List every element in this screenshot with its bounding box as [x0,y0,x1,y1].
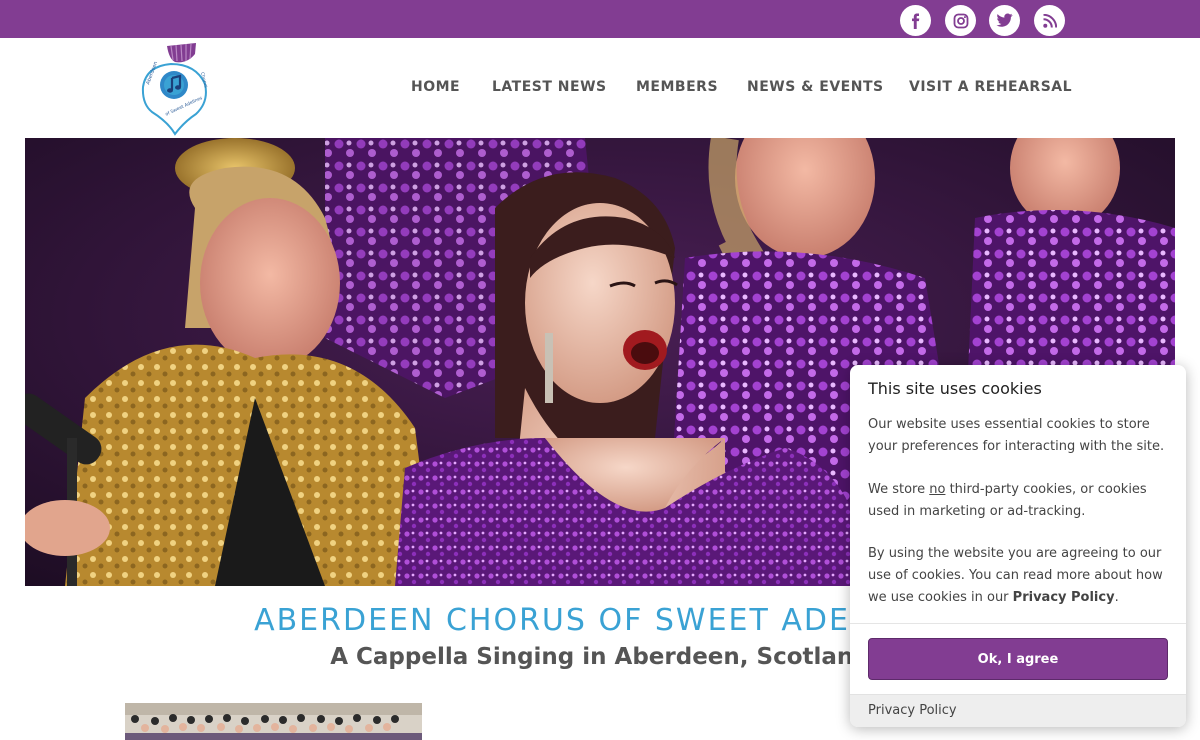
svg-text:Aberdeen: Aberdeen [145,61,159,86]
twitter-icon[interactable] [989,5,1020,36]
nav-home[interactable]: HOME [411,79,460,95]
footer-privacy-policy-link[interactable]: Privacy Policy [868,703,957,718]
cookie-consent-dialog: This site uses cookies Our website uses … [850,365,1186,727]
instagram-icon[interactable] [945,5,976,36]
site-logo[interactable]: Aberdeen Chorus of Sweet Adelines [138,42,212,136]
cookie-divider [850,623,1186,624]
cookie-paragraph-agreement: By using the website you are agreeing to… [868,546,1163,605]
cookie-paragraph-third-party: We store no third-party cookies, or cook… [868,482,1147,519]
group-photo-thumbnail[interactable] [125,703,422,740]
thistle-music-note-logo: Aberdeen Chorus of Sweet Adelines [141,43,209,136]
cookie-paragraph-essential: Our website uses essential cookies to st… [868,417,1165,454]
cookie-dialog-title: This site uses cookies [868,379,1042,398]
nav-visit-rehearsal[interactable]: VISIT A REHEARSAL [909,79,1072,95]
top-bar [0,0,1200,38]
cookie-dialog-footer: Privacy Policy [850,694,1186,727]
nav-latest-news[interactable]: LATEST NEWS [492,79,607,95]
facebook-icon[interactable] [900,5,931,36]
agree-button[interactable]: Ok, I agree [868,638,1168,680]
privacy-policy-link[interactable]: Privacy Policy [1013,590,1115,605]
nav-members[interactable]: MEMBERS [636,79,718,95]
chorus-group-photo [125,703,422,740]
svg-text:Chorus: Chorus [199,72,209,89]
rss-icon[interactable] [1034,5,1065,36]
nav-news-events[interactable]: NEWS & EVENTS [747,79,884,95]
